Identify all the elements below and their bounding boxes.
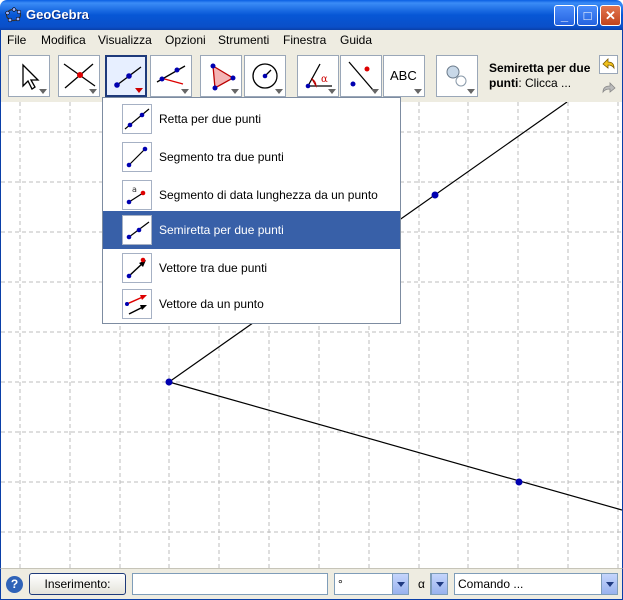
abc-text-icon: ABC: [390, 68, 417, 83]
input-field[interactable]: [132, 573, 328, 595]
close-button[interactable]: ✕: [600, 5, 621, 26]
show-hide-tool-button[interactable]: [436, 55, 478, 97]
degree-value: °: [338, 577, 343, 591]
segment-given-length-icon: a: [122, 180, 152, 210]
segment-icon: [122, 142, 152, 172]
menu-visualizza[interactable]: Visualizza: [98, 33, 152, 47]
tool-help-text: Semiretta per due punti: Clicca ...: [489, 61, 597, 91]
dropdown-item-label: Semiretta per due punti: [159, 223, 284, 237]
svg-text:a: a: [132, 185, 137, 194]
dropdown-item-vector-from-point[interactable]: Vettore da un punto: [103, 285, 400, 323]
menu-finestra[interactable]: Finestra: [283, 33, 326, 47]
point-lower[interactable]: [515, 478, 523, 486]
input-label-button[interactable]: Inserimento:: [29, 573, 126, 595]
tool-menu-arrow: [39, 89, 47, 94]
redo-button[interactable]: [599, 79, 618, 98]
menu-bar: File Modifica Visualizza Opzioni Strumen…: [0, 30, 623, 50]
tool-menu-arrow: [275, 89, 283, 94]
angle-tool-button[interactable]: α: [297, 55, 339, 97]
polygon-tool-button[interactable]: [200, 55, 242, 97]
input-bar: ? Inserimento: ° α Comando ...: [0, 568, 623, 600]
reflect-tool-button[interactable]: [340, 55, 382, 97]
command-value: Comando ...: [458, 577, 524, 591]
dropdown-item-label: Retta per due punti: [159, 112, 262, 126]
command-combo[interactable]: Comando ...: [454, 573, 618, 595]
ray-tool-button[interactable]: [105, 55, 147, 97]
tool-help-desc: Clicca ...: [525, 76, 572, 90]
undo-icon: [602, 58, 615, 70]
text-tool-button[interactable]: ABC: [383, 55, 425, 97]
vector-icon: [122, 253, 152, 283]
menu-file[interactable]: File: [7, 33, 26, 47]
menu-modifica[interactable]: Modifica: [41, 33, 86, 47]
degree-combo[interactable]: °: [334, 573, 409, 595]
dropdown-item-line-two-points[interactable]: Retta per due punti: [103, 100, 400, 138]
chevron-down-icon[interactable]: [431, 574, 447, 594]
minimize-button[interactable]: _: [554, 5, 575, 26]
chevron-down-icon[interactable]: [601, 574, 617, 594]
menu-opzioni[interactable]: Opzioni: [165, 33, 206, 47]
tool-menu-arrow: [135, 88, 143, 93]
dropdown-item-segment[interactable]: Segmento tra due punti: [103, 138, 400, 176]
point-tool-button[interactable]: [58, 55, 100, 97]
tool-menu-arrow: [328, 89, 336, 94]
line-through-two-points-icon: [122, 104, 152, 134]
alpha-label: α: [418, 577, 425, 591]
dropdown-item-label: Segmento tra due punti: [159, 150, 284, 164]
tool-menu-arrow: [414, 89, 422, 94]
menu-guida[interactable]: Guida: [340, 33, 372, 47]
dropdown-item-label: Vettore tra due punti: [159, 261, 268, 275]
perpendicular-tool-button[interactable]: [150, 55, 192, 97]
point-upper[interactable]: [431, 191, 439, 199]
dropdown-item-vector[interactable]: Vettore tra due punti: [103, 249, 400, 287]
undo-button[interactable]: [599, 55, 618, 74]
maximize-button[interactable]: □: [577, 5, 598, 26]
tool-menu-arrow: [231, 89, 239, 94]
title-bar: GeoGebra _ □ ✕: [0, 0, 623, 30]
dropdown-item-label: Vettore da un punto: [159, 297, 264, 311]
point-origin[interactable]: [165, 378, 173, 386]
window-title: GeoGebra: [26, 7, 89, 22]
chevron-down-icon[interactable]: [392, 574, 408, 594]
toolbar: α ABC Semiretta per due punti: Clicca ..…: [0, 50, 623, 102]
tool-help-separator: :: [518, 76, 522, 90]
alpha-combo[interactable]: [430, 573, 448, 595]
dropdown-item-label: Segmento di data lunghezza da un punto: [159, 188, 378, 202]
dropdown-item-segment-given-length[interactable]: a Segmento di data lunghezza da un punto: [103, 176, 400, 214]
svg-text:α: α: [321, 74, 328, 85]
tool-menu-arrow: [89, 89, 97, 94]
ray-lower[interactable]: [168, 381, 623, 511]
tool-menu-arrow: [181, 89, 189, 94]
vector-from-point-icon: [122, 289, 152, 319]
circle-tool-button[interactable]: [244, 55, 286, 97]
geogebra-app-icon: [5, 7, 22, 23]
tool-menu-arrow: [467, 89, 475, 94]
help-icon[interactable]: ?: [6, 576, 23, 593]
menu-strumenti[interactable]: Strumenti: [218, 33, 269, 47]
line-tools-dropdown: Retta per due punti Segmento tra due pun…: [102, 97, 401, 324]
tool-menu-arrow: [371, 89, 379, 94]
redo-icon: [602, 82, 616, 94]
dropdown-item-ray[interactable]: Semiretta per due punti: [103, 211, 400, 249]
move-tool-button[interactable]: [8, 55, 50, 97]
ray-icon: [122, 215, 152, 245]
